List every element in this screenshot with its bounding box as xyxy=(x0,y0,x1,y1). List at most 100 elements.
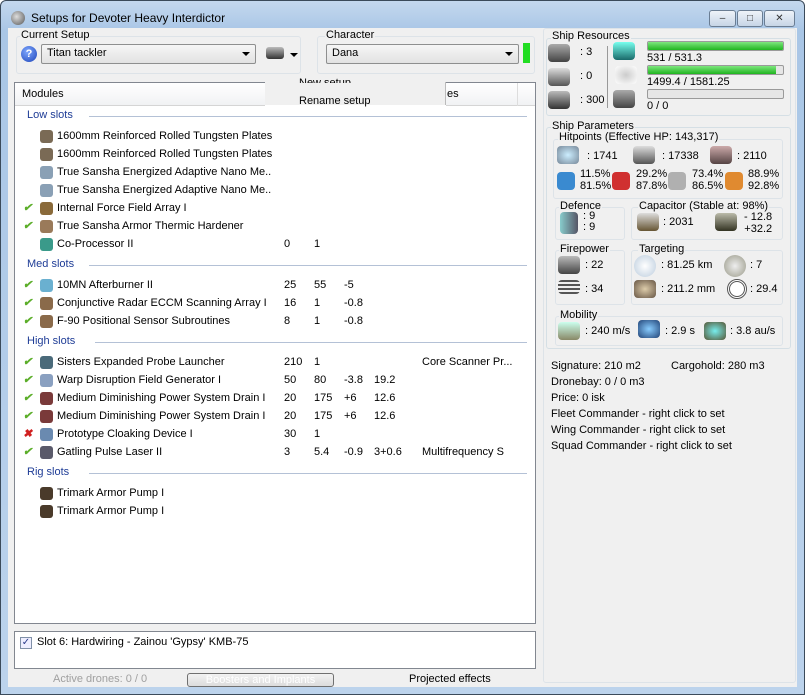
help-icon[interactable]: ? xyxy=(21,46,37,62)
module-row[interactable]: Trimark Armor Pump I xyxy=(15,503,535,521)
wing-commander-slot[interactable]: Wing Commander - right click to set xyxy=(551,424,725,436)
character-status-indicator xyxy=(523,43,530,63)
thermal-resist-icon xyxy=(612,172,630,190)
module-stat: -0.8 xyxy=(344,297,363,309)
defence-values: : 9: 9 xyxy=(583,210,596,233)
module-stat: +6 xyxy=(344,392,357,404)
capacitor-delta: - 12.8 +32.2 xyxy=(744,211,773,235)
module-stat: 20 xyxy=(284,392,297,404)
module-stat: +6 xyxy=(344,410,357,422)
module-row[interactable]: ✔ F-90 Positional Sensor Subroutines 8 1 -0.… xyxy=(15,313,535,331)
max-targets-icon xyxy=(724,255,746,277)
drone-bandwidth-value: 0 / 0 xyxy=(647,100,669,112)
module-row[interactable]: ✔ Gatling Pulse Laser II 3 5.4 -0.9 3+0.6 Mult… xyxy=(15,444,535,462)
online-check-icon[interactable]: ✔ xyxy=(23,373,32,386)
online-check-icon[interactable]: ✔ xyxy=(23,314,32,327)
column-charges[interactable]: es xyxy=(447,88,459,100)
window-title: Setups for Devoter Heavy Interdictor xyxy=(31,11,226,25)
setup-value: Titan tackler xyxy=(47,47,107,59)
module-row[interactable]: Co-Processor II 0 1 xyxy=(15,236,535,254)
projected-effects-button[interactable]: Projected effects xyxy=(409,673,491,685)
module-row[interactable]: ✔ 10MN Afterburner II 25 55 -5 xyxy=(15,277,535,295)
online-check-icon[interactable]: ✔ xyxy=(23,355,32,368)
module-row[interactable]: Trimark Armor Pump I xyxy=(15,485,535,503)
column-modules[interactable]: Modules xyxy=(22,88,64,100)
structure-hp: : 2110 xyxy=(737,150,767,162)
module-row[interactable]: ✔ True Sansha Armor Thermic Hardener xyxy=(15,218,535,236)
powergrid-value: 1499.4 / 1581.25 xyxy=(647,76,730,88)
offline-icon[interactable]: ✖ xyxy=(23,427,32,440)
module-icon xyxy=(40,220,53,233)
module-stat: Multifrequency S xyxy=(422,446,504,458)
current-setup-label: Current Setup xyxy=(20,29,91,41)
module-row[interactable]: ✔ Sisters Expanded Probe Launcher 210 1 Core… xyxy=(15,354,535,372)
menu-item-rename-setup[interactable]: Rename setup xyxy=(299,95,371,107)
module-icon xyxy=(40,428,53,441)
module-stat: 210 xyxy=(284,356,303,368)
module-stat: 50 xyxy=(284,374,297,386)
module-stat: 8 xyxy=(284,315,291,327)
menu-item-new-setup[interactable]: New setup xyxy=(299,73,351,83)
character-dropdown[interactable]: Dana xyxy=(326,44,519,64)
module-row[interactable]: ✔ Internal Force Field Array I xyxy=(15,200,535,218)
online-check-icon[interactable]: ✔ xyxy=(23,445,32,458)
module-icon xyxy=(40,315,53,328)
online-check-icon[interactable]: ✔ xyxy=(23,219,32,232)
module-name: Conjunctive Radar ECCM Scanning Array I xyxy=(57,297,267,309)
section-header: Med slots xyxy=(27,258,527,272)
module-row[interactable]: True Sansha Energized Adaptive Nano Me.. xyxy=(15,164,535,182)
maximize-button[interactable]: □ xyxy=(737,10,763,27)
module-row[interactable]: 1600mm Reinforced Rolled Tungsten Plates xyxy=(15,128,535,146)
kinetic-resist: 73.4% 86.5% xyxy=(692,168,724,192)
turret-hardpoint-icon xyxy=(548,44,570,62)
module-row[interactable]: True Sansha Energized Adaptive Nano Me.. xyxy=(15,182,535,200)
module-row[interactable]: ✔ Medium Diminishing Power System Drain I… xyxy=(15,390,535,408)
module-icon xyxy=(40,184,53,197)
close-button[interactable]: ✕ xyxy=(764,10,795,27)
module-stat: 3 xyxy=(284,446,291,458)
online-check-icon[interactable]: ✔ xyxy=(23,409,32,422)
module-row[interactable]: ✔ Conjunctive Radar ECCM Scanning Array I… xyxy=(15,295,535,313)
module-stat: -0.8 xyxy=(344,315,363,327)
implants-list[interactable]: ✓ Slot 6: Hardwiring - Zainou 'Gypsy' KM… xyxy=(14,631,536,669)
em-resist: 11.5% 81.5% xyxy=(580,168,612,192)
online-check-icon[interactable]: ✔ xyxy=(23,391,32,404)
ship-menu-icon[interactable] xyxy=(266,47,284,59)
cpu-bar xyxy=(647,41,784,51)
module-stat: 1 xyxy=(314,315,321,327)
module-icon xyxy=(40,505,53,518)
module-name: Co-Processor II xyxy=(57,238,134,250)
chevron-down-icon[interactable] xyxy=(290,53,298,57)
module-stat: 1 xyxy=(314,238,321,250)
module-row[interactable]: 1600mm Reinforced Rolled Tungsten Plates xyxy=(15,146,535,164)
launcher-count: : 0 xyxy=(580,70,593,82)
implant-item[interactable]: Slot 6: Hardwiring - Zainou 'Gypsy' KMB-… xyxy=(37,636,248,648)
fleet-commander-slot[interactable]: Fleet Commander - right click to set xyxy=(551,408,725,420)
warp-speed-icon xyxy=(704,322,726,340)
module-stat: 1 xyxy=(314,297,321,309)
modules-list[interactable]: Modules es Low slots 1600mm Reinforced Ro… xyxy=(14,82,536,624)
module-icon xyxy=(40,374,53,387)
minimize-button[interactable]: – xyxy=(709,10,736,27)
calibration-value: : 300 xyxy=(580,94,605,106)
module-row[interactable]: ✖ Prototype Cloaking Device I 30 1 xyxy=(15,426,535,444)
cpu-icon xyxy=(613,42,635,60)
module-row[interactable]: ✔ Warp Disruption Field Generator I 50 80 -3… xyxy=(15,372,535,390)
module-stat: 1 xyxy=(314,356,321,368)
module-row[interactable]: ✔ Medium Diminishing Power System Drain I… xyxy=(15,408,535,426)
character-value: Dana xyxy=(332,47,359,59)
volley-value: : 34 xyxy=(585,283,604,295)
online-check-icon[interactable]: ✔ xyxy=(23,201,32,214)
online-check-icon[interactable]: ✔ xyxy=(23,278,32,291)
mobility-title: Mobility xyxy=(559,309,599,321)
squad-commander-slot[interactable]: Squad Commander - right click to set xyxy=(551,440,732,452)
online-check-icon[interactable]: ✔ xyxy=(23,296,32,309)
drone-bandwidth-bar xyxy=(647,89,784,99)
module-stat: 30 xyxy=(284,428,297,440)
module-icon xyxy=(40,446,53,459)
setup-dropdown[interactable]: Titan tackler xyxy=(41,44,256,64)
boosters-implants-button[interactable]: Boosters and Implants xyxy=(187,673,334,687)
defence-title: Defence xyxy=(559,200,602,212)
implant-checkbox[interactable]: ✓ xyxy=(20,637,32,649)
module-name: 10MN Afterburner II xyxy=(57,279,153,291)
